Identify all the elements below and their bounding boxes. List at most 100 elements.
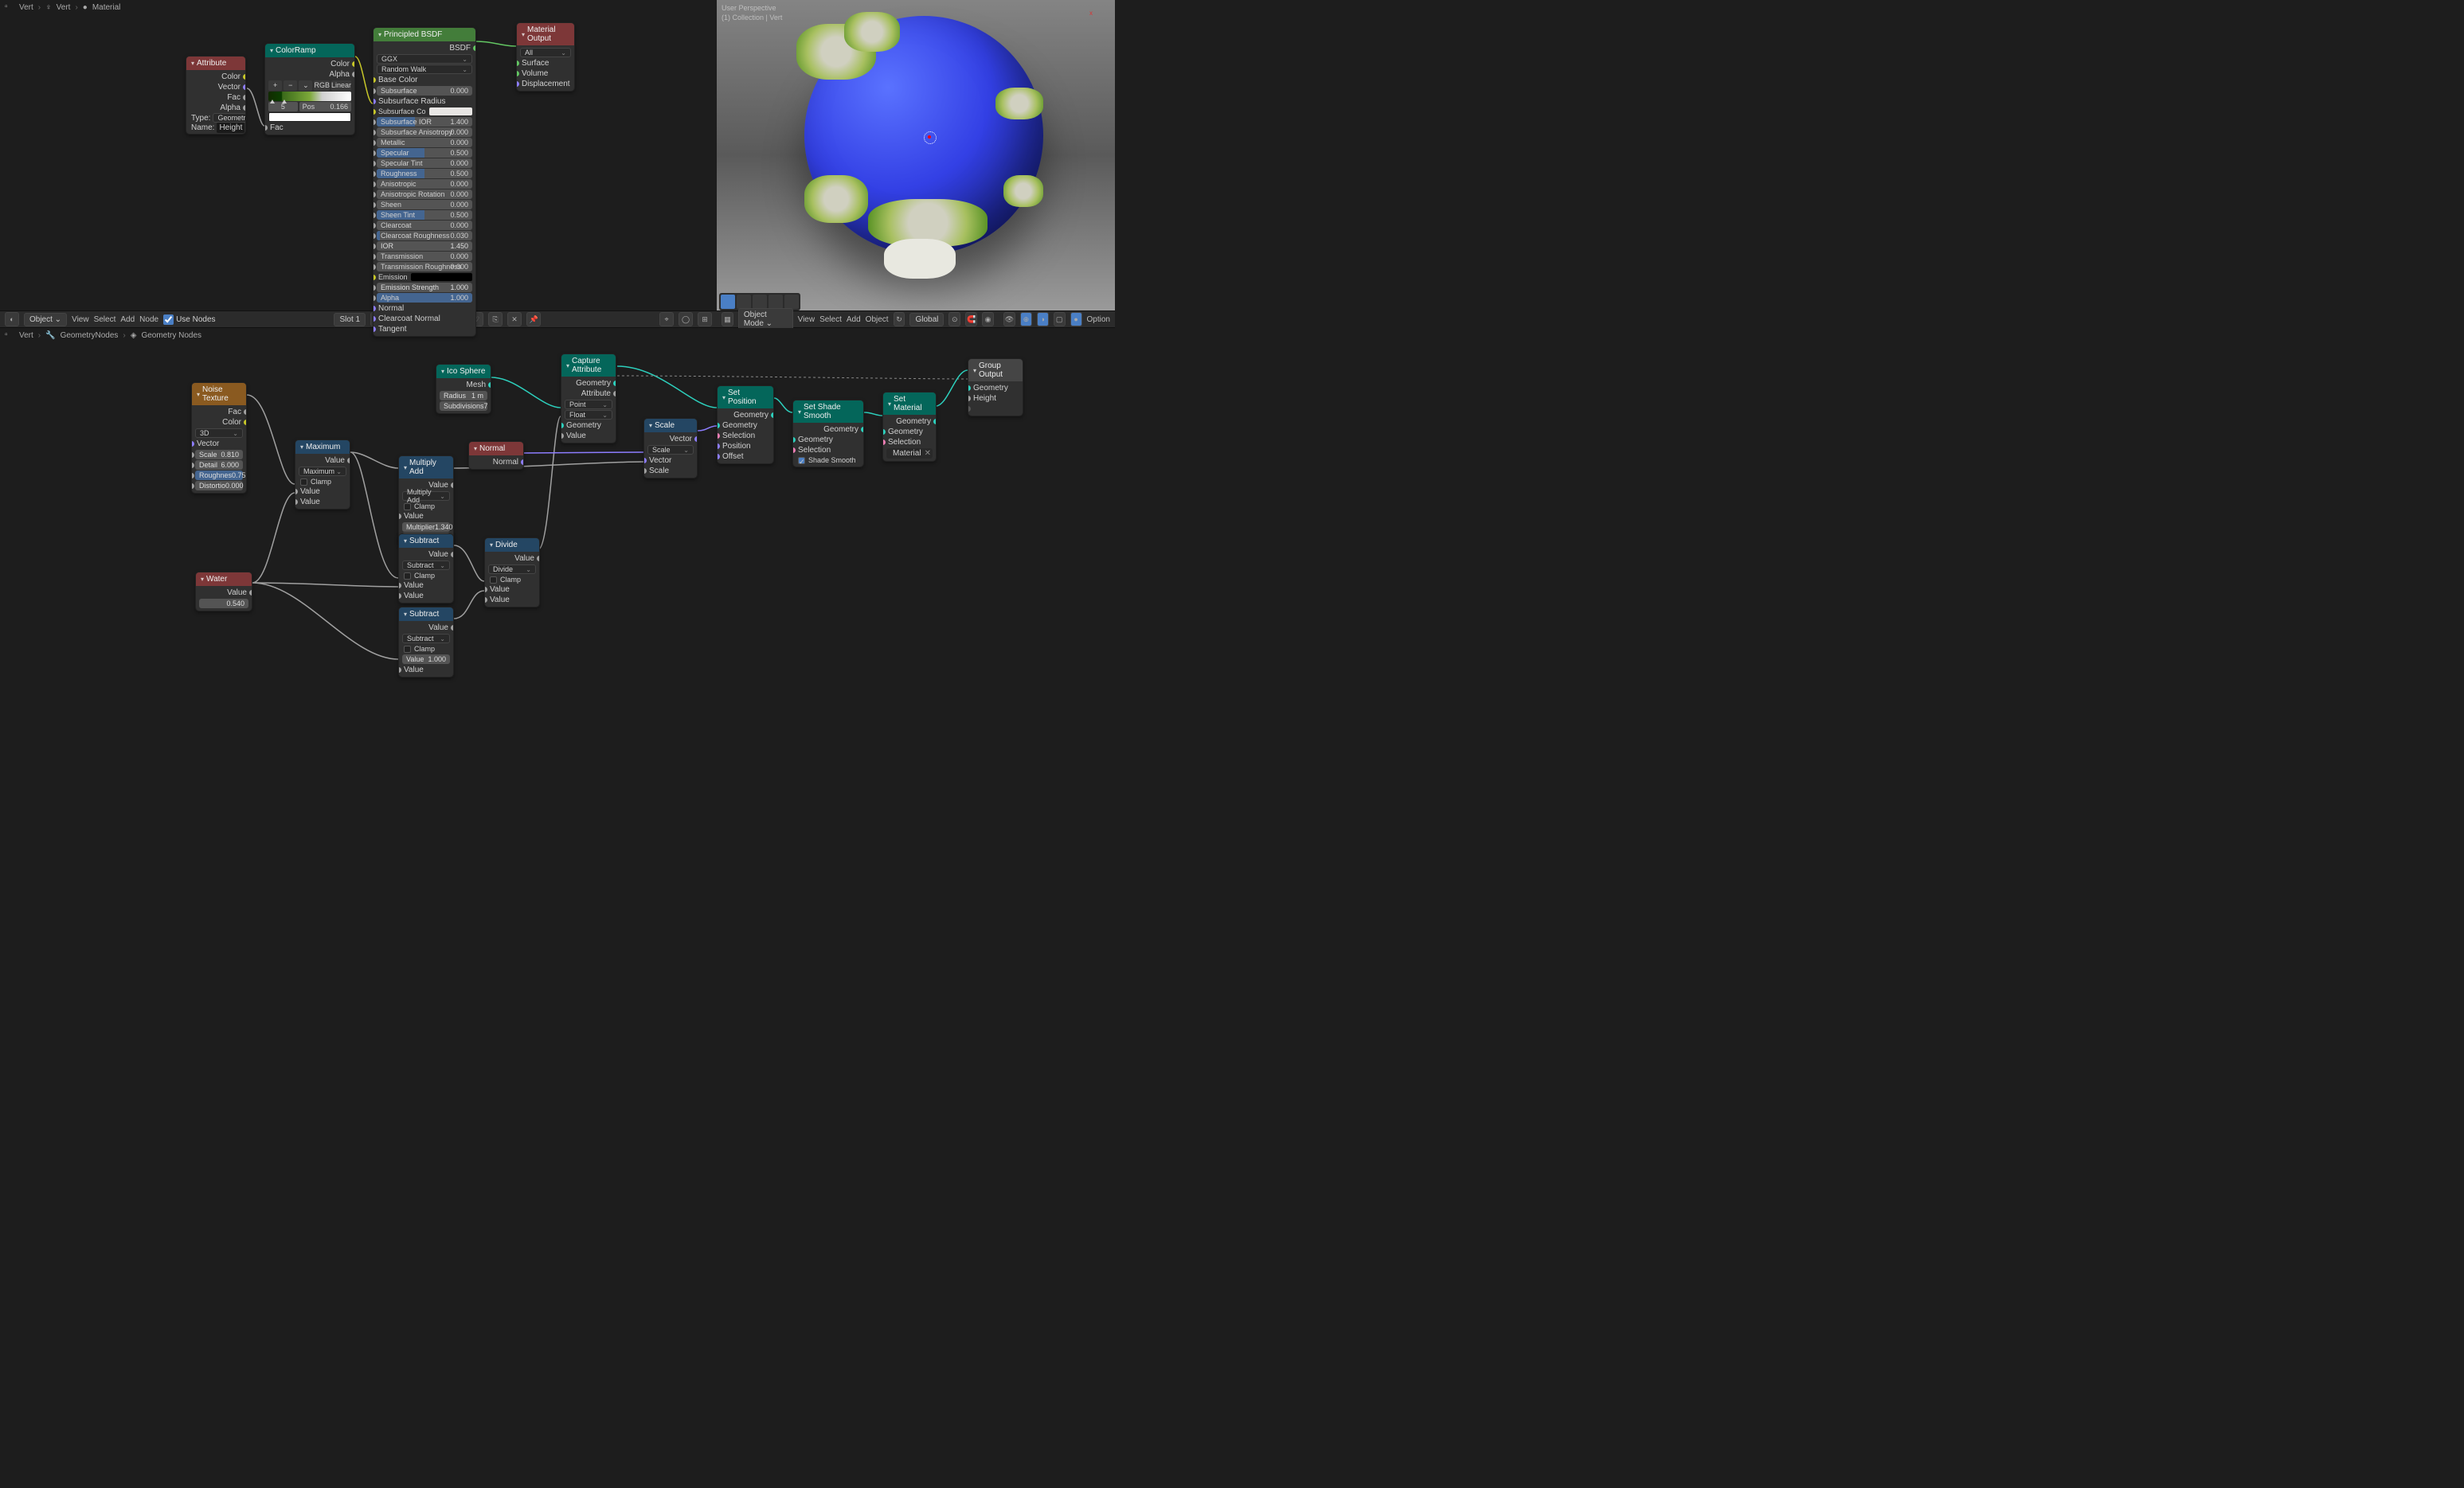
- crumb-item[interactable]: Vert: [57, 3, 71, 12]
- options-text[interactable]: Option: [1087, 315, 1110, 324]
- node-principled-bsdf[interactable]: Principled BSDF BSDF GGX Random Walk Bas…: [373, 27, 476, 337]
- subsurface-ior-slider[interactable]: Subsurface IOR1.400: [377, 117, 472, 127]
- geo-node-graph[interactable]: Noise Texture Fac Color 3D Vector Scale0…: [0, 342, 1115, 674]
- shader-type-dropdown[interactable]: Object ⌄: [24, 313, 67, 326]
- node-header[interactable]: Group Output: [968, 359, 1023, 381]
- menu-add[interactable]: Add: [847, 315, 861, 324]
- ramp-color[interactable]: [268, 112, 351, 122]
- scale-field[interactable]: Scale0.810: [195, 450, 243, 459]
- editor-type-icon[interactable]: ▦: [722, 312, 733, 326]
- subsurface-anisotropy-slider[interactable]: Subsurface Anisotropy0.000: [377, 127, 472, 137]
- menu-node[interactable]: Node: [139, 315, 158, 324]
- socket-subsurface-co[interactable]: Subsurface Co: [374, 107, 475, 116]
- crumb-item[interactable]: Geometry Nodes: [141, 331, 201, 340]
- sheen-tint-slider[interactable]: Sheen Tint0.500: [377, 210, 472, 220]
- subsurface-slider[interactable]: Subsurface0.000: [377, 86, 472, 96]
- node-header[interactable]: Multiply Add: [399, 456, 453, 478]
- noise-dim[interactable]: 3D: [195, 428, 243, 438]
- overlay-icon[interactable]: ◯: [679, 312, 693, 326]
- ramp-menu-button[interactable]: ⌄: [299, 80, 312, 91]
- 3d-viewport[interactable]: User Perspective (1) Collection | Vert x: [717, 0, 1115, 310]
- roughnes-field[interactable]: Roughnes0.752: [195, 471, 243, 480]
- radius[interactable]: Radius1 m: [440, 391, 487, 400]
- clamp-check[interactable]: Clamp: [399, 571, 453, 580]
- node-group-output[interactable]: Group Output Geometry Height: [968, 358, 1023, 416]
- node-noise-texture[interactable]: Noise Texture Fac Color 3D Vector Scale0…: [191, 382, 247, 494]
- node-header[interactable]: Subtract: [399, 607, 453, 621]
- subdivisions[interactable]: Subdivisions7: [440, 401, 487, 411]
- node-scale[interactable]: Scale Vector Scale Vector Scale: [643, 418, 698, 478]
- use-nodes-checkbox[interactable]: Use Nodes: [163, 314, 215, 325]
- node-divide[interactable]: Divide Value Divide Clamp Value Value: [484, 537, 540, 607]
- metallic-slider[interactable]: Metallic0.000: [377, 138, 472, 147]
- value-field[interactable]: Value1.000: [402, 654, 450, 664]
- crumb-item[interactable]: Vert: [19, 331, 33, 340]
- crumb-item[interactable]: GeometryNodes: [61, 331, 119, 340]
- shading-matprev-icon[interactable]: [769, 295, 783, 309]
- visibility-icon[interactable]: 👁: [1003, 312, 1015, 326]
- bsdf-sss-method[interactable]: Random Walk: [377, 64, 472, 74]
- transmission-slider[interactable]: Transmission0.000: [377, 252, 472, 261]
- menu-add[interactable]: Add: [120, 315, 135, 324]
- node-ico-sphere[interactable]: Ico Sphere Mesh Radius1 m Subdivisions7: [436, 364, 491, 414]
- overlays-icon[interactable]: ◑: [1037, 312, 1049, 326]
- pin-icon[interactable]: 📌: [526, 312, 541, 326]
- output-target[interactable]: All: [520, 48, 571, 57]
- crumb-item[interactable]: Material: [92, 3, 121, 12]
- node-subtract[interactable]: Subtract Value Subtract Clamp Value1.000…: [398, 607, 454, 678]
- ramp-interp[interactable]: Linear: [331, 80, 351, 91]
- node-attribute[interactable]: Attribute Color Vector Fac Alpha Type:Ge…: [186, 56, 246, 135]
- orientation-dropdown[interactable]: Global: [909, 313, 944, 326]
- clamp-check[interactable]: Clamp: [295, 477, 350, 486]
- math-op[interactable]: Divide: [488, 564, 536, 574]
- pivot-icon[interactable]: ⊙: [948, 312, 960, 326]
- node-header[interactable]: Scale: [644, 419, 697, 432]
- alpha-slider[interactable]: Alpha1.000: [377, 293, 472, 303]
- emission-strength-field[interactable]: Emission Strength1.000: [377, 283, 472, 292]
- axis-gizmo[interactable]: x: [1089, 10, 1105, 25]
- node-header[interactable]: Normal: [469, 442, 523, 455]
- attr-type[interactable]: Type:Geometry: [186, 113, 245, 123]
- viewport-canvas[interactable]: User Perspective (1) Collection | Vert x: [717, 0, 1115, 310]
- gizmo-icon[interactable]: ⊕: [1020, 312, 1032, 326]
- detail-field[interactable]: Detail6.000: [195, 460, 243, 470]
- capture-domain[interactable]: Point: [565, 400, 612, 409]
- node-header[interactable]: Attribute: [186, 57, 245, 70]
- node-material-output[interactable]: Material Output All Surface Volume Displ…: [516, 22, 575, 92]
- shade-icon[interactable]: ●: [1070, 312, 1082, 326]
- node-header[interactable]: Capture Attribute: [561, 354, 616, 377]
- node-header[interactable]: ColorRamp: [265, 44, 354, 57]
- math-op[interactable]: Multiply Add: [402, 491, 450, 501]
- socket-emission[interactable]: Emission: [374, 272, 475, 282]
- math-op[interactable]: Subtract: [402, 634, 450, 643]
- anisotropic-rotation-slider[interactable]: Anisotropic Rotation0.000: [377, 189, 472, 199]
- node-set-material[interactable]: Set Material Geometry Geometry Selection…: [882, 392, 937, 462]
- node-header[interactable]: Material Output: [517, 23, 574, 45]
- node-header[interactable]: Noise Texture: [192, 383, 246, 405]
- node-header[interactable]: Water: [196, 572, 252, 586]
- bsdf-distribution[interactable]: GGX: [377, 54, 472, 64]
- select-tool-icon[interactable]: [721, 295, 735, 309]
- editor-type-icon[interactable]: ◐: [5, 312, 19, 326]
- snap-icon[interactable]: 🧲: [965, 312, 977, 326]
- node-maximum[interactable]: Maximum Value Maximum Clamp Value Value: [295, 439, 350, 510]
- shading-render-icon[interactable]: [784, 295, 799, 309]
- node-subtract[interactable]: Subtract Value Subtract Clamp Value Valu…: [398, 533, 454, 603]
- node-capture-attribute[interactable]: Capture Attribute Geometry Attribute Poi…: [561, 353, 616, 443]
- clamp-check[interactable]: Clamp: [399, 502, 453, 511]
- overlay2-icon[interactable]: ⊞: [698, 312, 712, 326]
- attr-name[interactable]: Name:Height: [186, 123, 245, 132]
- shading-solid-icon[interactable]: [753, 295, 767, 309]
- node-header[interactable]: Set Position: [718, 386, 773, 408]
- xray-icon[interactable]: ▢: [1054, 312, 1066, 326]
- shader-node-graph[interactable]: Attribute Color Vector Fac Alpha Type:Ge…: [0, 14, 717, 310]
- orient-icon[interactable]: ↻: [894, 312, 905, 326]
- node-water[interactable]: Water Value 0.540: [195, 572, 252, 611]
- multiplier[interactable]: Multiplier1.340: [402, 522, 450, 532]
- node-header[interactable]: Maximum: [295, 440, 350, 454]
- ior-field[interactable]: IOR1.450: [377, 241, 472, 251]
- node-header[interactable]: Set Material: [883, 393, 936, 415]
- clearcoat-slider[interactable]: Clearcoat0.000: [377, 221, 472, 230]
- crumb-item[interactable]: Vert: [19, 3, 33, 12]
- slot-dropdown[interactable]: Slot 1: [334, 313, 366, 326]
